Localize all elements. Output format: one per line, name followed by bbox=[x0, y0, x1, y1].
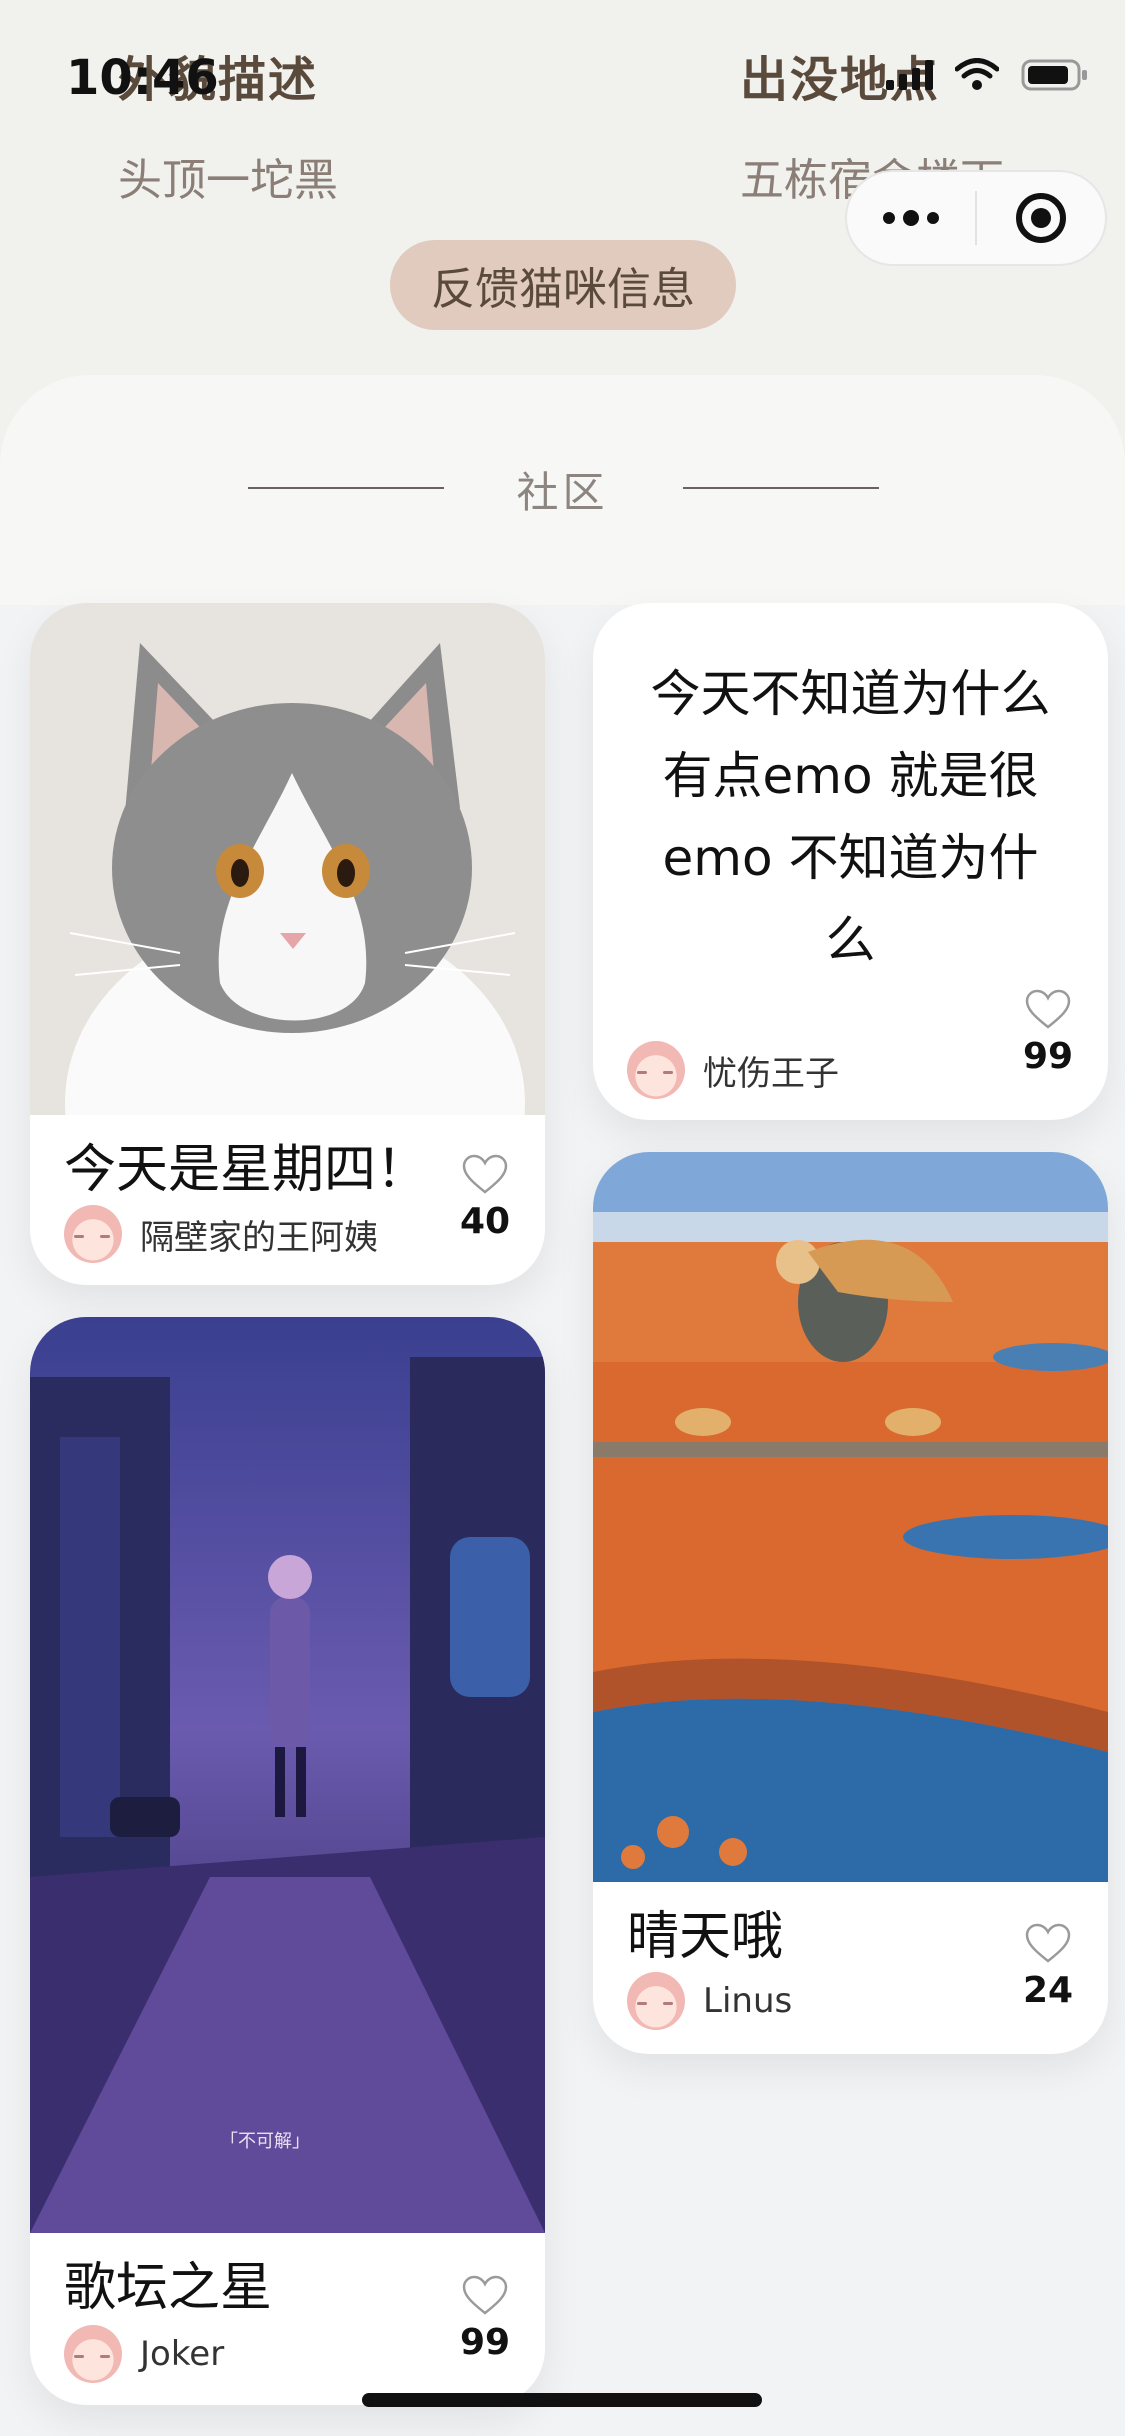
like-button[interactable]: 99 bbox=[453, 2274, 517, 2363]
miniprogram-capsule bbox=[845, 170, 1107, 266]
heart-outline-icon bbox=[1025, 1923, 1071, 1963]
post-card[interactable]: 晴天哦 Linus 24 bbox=[593, 1152, 1108, 2054]
avatar bbox=[64, 2325, 122, 2383]
like-count: 24 bbox=[1022, 1970, 1074, 2011]
city-illustration: 「不可解」 bbox=[30, 1317, 545, 2233]
post-author: Linus bbox=[627, 1972, 792, 2030]
post-text: 今天不知道为什么有点emo 就是很emo 不知道为什么 bbox=[650, 665, 1051, 969]
post-card[interactable]: 今天不知道为什么有点emo 就是很emo 不知道为什么 忧伤王子 99 bbox=[593, 603, 1108, 1120]
feedback-cat-info-button[interactable]: 反馈猫咪信息 bbox=[390, 240, 736, 330]
battery-icon bbox=[1021, 58, 1089, 92]
community-title: 社区 bbox=[516, 468, 609, 517]
appearance-value: 头顶一坨黑 bbox=[118, 155, 338, 206]
target-icon[interactable] bbox=[977, 172, 1105, 264]
like-button[interactable]: 99 bbox=[1016, 988, 1080, 1077]
post-card[interactable]: 「不可解」 歌坛之星 Joker 99 bbox=[30, 1317, 545, 2405]
post-title: 今天是星期四！ bbox=[64, 1140, 429, 1200]
page: 外貌描述 头顶一坨黑 出没地点 五栋宿舍楼下 反馈猫咪信息 10:46 bbox=[0, 0, 1125, 2436]
status-icons bbox=[886, 58, 1089, 92]
field-illustration bbox=[593, 1152, 1108, 1882]
divider-line bbox=[683, 487, 879, 489]
avatar bbox=[627, 1041, 685, 1099]
post-author: 忧伤王子 bbox=[627, 1041, 839, 1099]
community-header: 社区 bbox=[0, 375, 1125, 605]
like-count: 40 bbox=[459, 1201, 511, 1242]
like-button[interactable]: 24 bbox=[1016, 1922, 1080, 2011]
more-dots-icon[interactable] bbox=[847, 172, 975, 264]
cat-photo bbox=[30, 603, 545, 1115]
post-title: 晴天哦 bbox=[627, 1907, 784, 1967]
image-caption: 「不可解」 bbox=[220, 2131, 310, 2152]
heart-outline-icon bbox=[462, 2275, 508, 2315]
status-time: 10:46 bbox=[66, 50, 219, 106]
avatar bbox=[627, 1972, 685, 2030]
like-button[interactable]: 40 bbox=[453, 1153, 517, 1242]
like-count: 99 bbox=[1022, 1036, 1074, 1077]
heart-outline-icon bbox=[1025, 989, 1071, 1029]
post-author: Joker bbox=[64, 2325, 224, 2383]
avatar bbox=[64, 1205, 122, 1263]
author-name: Linus bbox=[703, 1981, 793, 2021]
author-name: 隔壁家的王阿姨 bbox=[140, 1217, 378, 1258]
post-author: 隔壁家的王阿姨 bbox=[64, 1205, 378, 1263]
post-title: 歌坛之星 bbox=[64, 2258, 273, 2318]
author-name: 忧伤王子 bbox=[703, 1053, 839, 1094]
wifi-icon bbox=[955, 58, 999, 92]
post-card[interactable]: 今天是星期四！ 隔壁家的王阿姨 40 bbox=[30, 603, 545, 1285]
like-count: 99 bbox=[459, 2322, 511, 2363]
cellular-signal-icon bbox=[886, 60, 933, 90]
heart-outline-icon bbox=[462, 1154, 508, 1194]
author-name: Joker bbox=[140, 2334, 225, 2374]
home-indicator bbox=[362, 2393, 762, 2407]
